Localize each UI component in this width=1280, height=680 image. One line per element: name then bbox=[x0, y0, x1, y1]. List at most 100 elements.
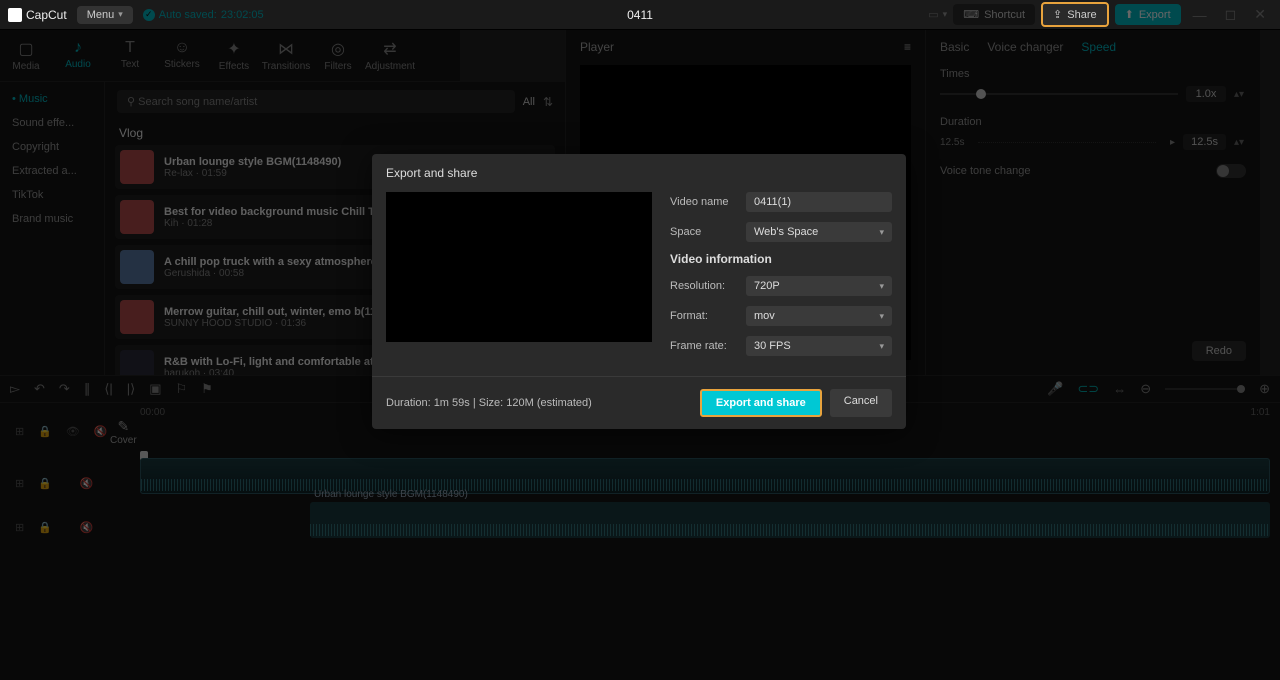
track-title: R&B with Lo-Fi, light and comfortable at… bbox=[164, 356, 383, 368]
space-select[interactable]: Web's Space▾ bbox=[746, 222, 892, 242]
ruler-end: 1:01 bbox=[1251, 407, 1270, 418]
search-icon: ⚲ bbox=[127, 96, 138, 108]
share-button[interactable]: ⇪ Share bbox=[1041, 2, 1109, 27]
times-slider[interactable] bbox=[940, 93, 1178, 95]
top-bar: CapCut Menu ▾ ✓ Auto saved: 23:02:05 041… bbox=[0, 0, 1280, 30]
share-icon: ⇪ bbox=[1053, 8, 1062, 21]
trim-right-icon[interactable]: |⟩ bbox=[127, 381, 135, 397]
autosaved-status: ✓ Auto saved: 23:02:05 bbox=[143, 9, 264, 21]
track-thumbnail bbox=[120, 350, 154, 375]
times-value[interactable]: 1.0x bbox=[1186, 86, 1226, 102]
resolution-select[interactable]: 720P▾ bbox=[746, 276, 892, 296]
player-menu-icon[interactable]: ≡ bbox=[904, 40, 911, 54]
track-meta: Kih · 01:28 bbox=[164, 218, 391, 229]
cancel-button[interactable]: Cancel bbox=[830, 389, 892, 417]
align-icon[interactable]: ⇔ bbox=[1113, 382, 1126, 397]
times-stepper[interactable]: ▴▾ bbox=[1234, 89, 1246, 100]
track-controls-1[interactable]: ⊞🔒👁🔇 bbox=[15, 425, 108, 438]
category-music[interactable]: Music bbox=[0, 87, 104, 111]
export-preview bbox=[386, 192, 652, 342]
format-select[interactable]: mov▾ bbox=[746, 306, 892, 326]
framerate-select[interactable]: 30 FPS▾ bbox=[746, 336, 892, 356]
media-tab-transitions[interactable]: ⋈Transitions bbox=[260, 35, 312, 76]
dialog-title: Export and share bbox=[372, 154, 906, 192]
media-tab-adjustment[interactable]: ⇄Adjustment bbox=[364, 35, 416, 76]
split-icon[interactable]: ∥ bbox=[84, 381, 91, 397]
pointer-tool-icon[interactable]: ▻ bbox=[10, 381, 20, 397]
video-info-header: Video information bbox=[670, 252, 892, 266]
flag-icon[interactable]: ⚑ bbox=[201, 381, 213, 397]
redo-button[interactable]: Redo bbox=[1192, 341, 1246, 361]
category-brand-music[interactable]: Brand music bbox=[0, 207, 104, 231]
chevron-down-icon: ▾ bbox=[879, 341, 884, 352]
track-thumbnail bbox=[120, 250, 154, 284]
tone-toggle[interactable] bbox=[1216, 164, 1246, 178]
media-tab-filters[interactable]: ◎Filters bbox=[312, 35, 364, 76]
close-button[interactable]: ✕ bbox=[1248, 6, 1272, 23]
chevron-down-icon: ▾ bbox=[879, 227, 884, 238]
duration-label: Duration bbox=[940, 116, 1246, 128]
video-track[interactable] bbox=[140, 458, 1270, 494]
format-label: Format: bbox=[670, 310, 746, 322]
audio-track[interactable]: Urban lounge style BGM(1148490) bbox=[310, 502, 1270, 538]
marker-icon[interactable]: ⚐ bbox=[176, 381, 188, 397]
search-input[interactable]: ⚲ Search song name/artist bbox=[117, 90, 515, 113]
track-title: Urban lounge style BGM(1148490) bbox=[164, 156, 341, 168]
chevron-down-icon: ▾ bbox=[879, 311, 884, 322]
duration-stepper[interactable]: ▴▾ bbox=[1234, 137, 1246, 148]
category-sound-effe-[interactable]: Sound effe... bbox=[0, 111, 104, 135]
shortcut-button[interactable]: ⌨ Shortcut bbox=[953, 4, 1035, 25]
track-thumbnail bbox=[120, 150, 154, 184]
pencil-icon: ✎ bbox=[110, 418, 137, 435]
filters-icon: ◎ bbox=[312, 39, 364, 59]
media-tab-audio[interactable]: ♪Audio bbox=[52, 35, 104, 76]
zoom-out-icon[interactable]: ⊖ bbox=[1140, 381, 1151, 397]
filter-all[interactable]: All bbox=[523, 96, 535, 108]
inspector-tab-speed[interactable]: Speed bbox=[1081, 40, 1116, 54]
space-label: Space bbox=[670, 226, 746, 238]
track-controls-3[interactable]: ⊞🔒🔇 bbox=[15, 521, 94, 534]
inspector-panel: Basic Voice changer Speed Times 1.0x ▴▾ Du… bbox=[925, 30, 1260, 375]
cover-button[interactable]: ✎Cover bbox=[110, 418, 137, 446]
zoom-in-icon[interactable]: ⊕ bbox=[1259, 381, 1270, 397]
trim-left-icon[interactable]: ⟨| bbox=[104, 381, 112, 397]
export-and-share-button[interactable]: Export and share bbox=[700, 389, 822, 417]
mic-icon[interactable]: 🎤 bbox=[1047, 381, 1063, 397]
timeline[interactable]: 00:00 1:01 ✎Cover ⊞🔒👁🔇 ⊞🔒🔇 ⊞🔒🔇 Urban lou… bbox=[0, 403, 1280, 680]
undo-icon[interactable]: ↶ bbox=[34, 381, 45, 397]
menu-button[interactable]: Menu ▾ bbox=[77, 6, 133, 24]
media-tab-stickers[interactable]: ☺Stickers bbox=[156, 35, 208, 76]
link-icon[interactable]: ⊂⊃ bbox=[1077, 381, 1099, 397]
stickers-icon: ☺ bbox=[156, 39, 208, 57]
times-label: Times bbox=[940, 68, 1246, 80]
project-title: 0411 bbox=[627, 8, 653, 22]
redo-icon[interactable]: ↷ bbox=[59, 381, 70, 397]
minimize-button[interactable]: — bbox=[1187, 7, 1213, 23]
aspect-ratio-button[interactable]: ▭ ▾ bbox=[928, 8, 947, 21]
export-button[interactable]: ⬆ Export bbox=[1115, 4, 1181, 25]
brand-label: CapCut bbox=[26, 8, 67, 22]
duration-value[interactable]: 12.5s bbox=[1183, 134, 1226, 150]
app-logo: CapCut bbox=[8, 8, 67, 22]
track-title: Merrow guitar, chill out, winter, emo b(… bbox=[164, 306, 382, 318]
category-copyright[interactable]: Copyright bbox=[0, 135, 104, 159]
track-thumbnail bbox=[120, 300, 154, 334]
video-name-input[interactable]: 0411(1) bbox=[746, 192, 892, 212]
track-controls-2[interactable]: ⊞🔒🔇 bbox=[15, 477, 94, 490]
crop-icon[interactable]: ▣ bbox=[149, 381, 161, 397]
category-extracted-a-[interactable]: Extracted a... bbox=[0, 159, 104, 183]
sort-icon[interactable]: ⇅ bbox=[543, 95, 553, 109]
chevron-down-icon: ▾ bbox=[879, 281, 884, 292]
inspector-tab-voice-changer[interactable]: Voice changer bbox=[987, 40, 1063, 54]
media-tab-text[interactable]: TText bbox=[104, 35, 156, 76]
media-tab-media[interactable]: ▢Media bbox=[0, 35, 52, 76]
export-share-dialog: Export and share Video name 0411(1) Spac… bbox=[372, 154, 906, 429]
maximize-button[interactable]: ◻ bbox=[1219, 6, 1243, 23]
track-thumbnail bbox=[120, 200, 154, 234]
effects-icon: ✦ bbox=[208, 39, 260, 59]
inspector-tab-basic[interactable]: Basic bbox=[940, 40, 969, 54]
adjustment-icon: ⇄ bbox=[364, 39, 416, 59]
category-tiktok[interactable]: TikTok bbox=[0, 183, 104, 207]
media-tab-effects[interactable]: ✦Effects bbox=[208, 35, 260, 76]
track-meta: Re-lax · 01:59 bbox=[164, 168, 341, 179]
